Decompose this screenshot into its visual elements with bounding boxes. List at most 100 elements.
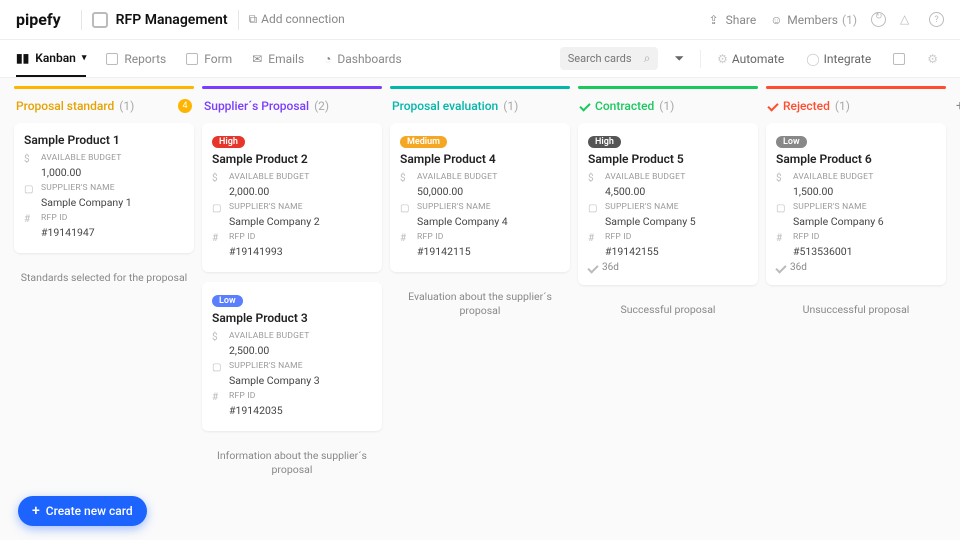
column-count: (1) xyxy=(835,99,850,113)
card-field: #RFP ID xyxy=(776,232,936,244)
column-alert-badge[interactable]: 4 xyxy=(178,99,192,113)
column-color-bar xyxy=(202,86,382,89)
tab-kanban[interactable]: ▮▮Kanban▾ xyxy=(16,40,86,77)
kanban-card[interactable]: LowSample Product 3$AVAILABLE BUDGET2,50… xyxy=(202,282,382,431)
card-age: 36d xyxy=(588,262,748,273)
view-density-button[interactable] xyxy=(887,49,911,69)
field-value: Sample Company 1 xyxy=(41,196,184,209)
field-value: Sample Company 6 xyxy=(793,215,936,228)
field-value: 2,500.00 xyxy=(229,344,372,357)
column-header[interactable]: Proposal evaluation(1) xyxy=(390,95,570,123)
members-count: (1) xyxy=(842,13,857,27)
column-name: Proposal evaluation xyxy=(392,99,498,113)
supplier-icon: ▢ xyxy=(400,203,411,214)
history-icon[interactable]: ↻ xyxy=(871,12,886,27)
column-header[interactable]: Supplier´s Proposal(2) xyxy=(202,95,382,123)
divider xyxy=(81,10,82,30)
tab-reports[interactable]: Reports xyxy=(106,40,166,77)
share-button[interactable]: ⇪Share xyxy=(709,13,757,27)
card-title: Sample Product 3 xyxy=(212,311,372,325)
field-value: 50,000.00 xyxy=(417,185,560,198)
members-button[interactable]: ☺Members(1) xyxy=(770,13,857,27)
create-card-button[interactable]: +Create new card xyxy=(18,496,147,526)
card-field: # RFP ID xyxy=(212,232,372,244)
field-label: RFP ID xyxy=(605,232,632,242)
dollar-icon: $ xyxy=(24,154,35,165)
page-title: RFP Management xyxy=(116,12,228,28)
field-label: SUPPLIER'S NAME xyxy=(417,202,491,212)
emails-icon: ✉ xyxy=(252,52,262,66)
kanban-column: Supplier´s Proposal(2)HighSample Product… xyxy=(202,78,382,522)
chevron-down-icon: ▾ xyxy=(82,53,87,63)
field-value: #19142115 xyxy=(417,245,560,258)
kanban-card[interactable]: HighSample Product 2$AVAILABLE BUDGET2,0… xyxy=(202,123,382,272)
column-name: Proposal standard xyxy=(16,99,114,113)
brand-logo: pipefy xyxy=(16,10,61,29)
column-header[interactable]: Proposal standard(1)4 xyxy=(14,95,194,123)
filter-button[interactable]: ⏷ xyxy=(668,47,690,70)
field-label: SUPPLIER'S NAME xyxy=(793,202,867,212)
filter-icon: ⏷ xyxy=(674,51,684,66)
card-field: ▢SUPPLIER'S NAME xyxy=(212,361,372,373)
field-value: 1,000.00 xyxy=(41,166,184,179)
hash-icon: # xyxy=(24,214,35,225)
members-label: Members xyxy=(787,13,838,27)
add-connection-link[interactable]: ⧉Add connection xyxy=(249,12,345,27)
search-input-wrapper[interactable]: ⌕ xyxy=(560,47,659,70)
settings-button[interactable]: ⚙ xyxy=(921,48,944,70)
priority-chip: High xyxy=(588,136,621,148)
kanban-card[interactable]: Sample Product 1 $AVAILABLE BUDGET1,000.0… xyxy=(14,123,194,253)
column-count: (1) xyxy=(659,99,674,113)
field-label: RFP ID xyxy=(229,232,256,242)
column-header[interactable]: Rejected(1) xyxy=(766,95,946,123)
field-value: #19141947 xyxy=(41,226,184,239)
card-title: Sample Product 4 xyxy=(400,152,560,166)
view-tabs: ▮▮Kanban▾ Reports Form ✉Emails ◔Dashboar… xyxy=(0,40,960,78)
card-title: Sample Product 1 xyxy=(24,133,184,147)
check-icon xyxy=(775,262,786,273)
gear-icon: ⚙ xyxy=(927,52,938,66)
notifications-icon[interactable]: △ xyxy=(900,12,915,27)
field-value: Sample Company 5 xyxy=(605,215,748,228)
field-value: 4,500.00 xyxy=(605,185,748,198)
kanban-card[interactable]: LowSample Product 6$AVAILABLE BUDGET1,50… xyxy=(766,123,946,285)
help-icon[interactable]: ? xyxy=(929,12,944,27)
supplier-icon: ▢ xyxy=(776,203,787,214)
card-field: $AVAILABLE BUDGET xyxy=(24,153,184,165)
search-icon: ⌕ xyxy=(644,51,651,66)
card-title: Sample Product 5 xyxy=(588,152,748,166)
field-value: Sample Company 3 xyxy=(229,374,372,387)
column-caption: Standards selected for the proposal xyxy=(14,263,194,293)
new-phase-button[interactable]: +New ph xyxy=(954,78,960,522)
tab-emails[interactable]: ✉Emails xyxy=(252,40,304,77)
hash-icon: # xyxy=(212,233,223,244)
integrate-button[interactable]: ◯Integrate xyxy=(800,48,877,70)
kanban-column: Proposal evaluation(1)MediumSample Produ… xyxy=(390,78,570,522)
priority-chip: Low xyxy=(212,295,243,307)
pipe-icon xyxy=(92,12,108,28)
kanban-card[interactable]: MediumSample Product 4$AVAILABLE BUDGET5… xyxy=(390,123,570,272)
integrate-icon: ◯ xyxy=(806,52,819,66)
divider xyxy=(238,10,239,30)
dashboards-icon: ◔ xyxy=(324,52,331,66)
plus-icon: + xyxy=(32,505,40,517)
field-label: SUPPLIER'S NAME xyxy=(229,361,303,371)
column-header[interactable]: Contracted(1) xyxy=(578,95,758,123)
column-color-bar xyxy=(14,86,194,89)
done-check-icon xyxy=(579,100,590,111)
card-field: ▢SUPPLIER'S NAME xyxy=(24,183,184,195)
column-count: (2) xyxy=(314,99,329,113)
hash-icon: # xyxy=(212,392,223,403)
tab-form[interactable]: Form xyxy=(186,40,232,77)
column-caption: Successful proposal xyxy=(578,295,758,325)
supplier-icon: ▢ xyxy=(212,203,223,214)
card-field: #RFP ID xyxy=(588,232,748,244)
tab-dashboards[interactable]: ◔Dashboards xyxy=(324,40,401,77)
topbar: pipefy RFP Management ⧉Add connection ⇪S… xyxy=(0,0,960,40)
kanban-card[interactable]: HighSample Product 5$AVAILABLE BUDGET4,5… xyxy=(578,123,758,285)
kanban-column: Rejected(1)LowSample Product 6$AVAILABLE… xyxy=(766,78,946,522)
automate-button[interactable]: ⚙Automate xyxy=(711,48,790,70)
card-field: $AVAILABLE BUDGET xyxy=(776,172,936,184)
search-input[interactable] xyxy=(568,52,638,65)
field-value: #19142035 xyxy=(229,404,372,417)
